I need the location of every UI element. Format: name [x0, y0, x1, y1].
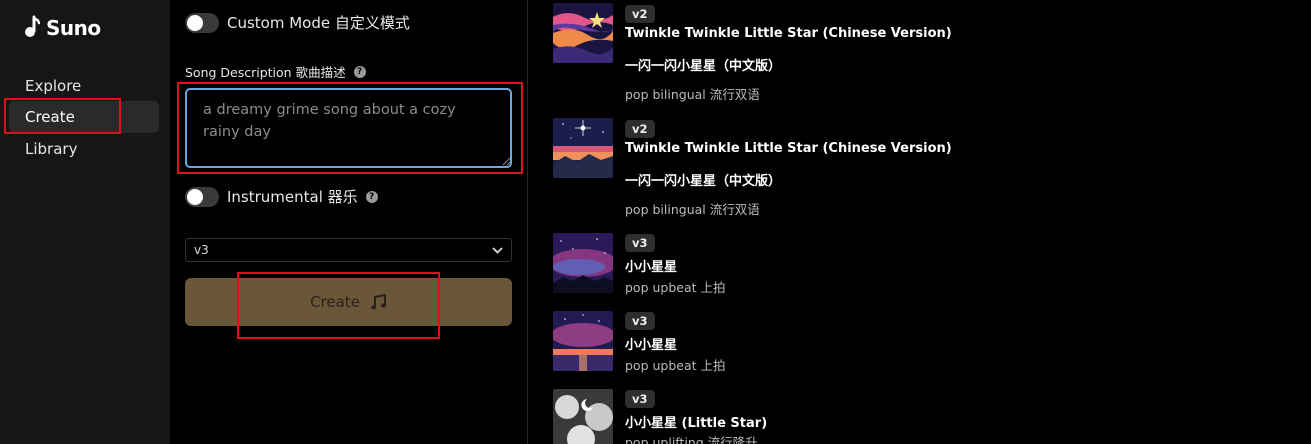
sidebar: Suno Explore Create Library	[0, 0, 170, 444]
toggle-knob	[187, 14, 203, 31]
suno-logo[interactable]: Suno	[24, 15, 101, 41]
song-list: v2 Twinkle Twinkle Little Star (Chinese …	[528, 0, 1311, 444]
song-cover-image[interactable]	[553, 233, 613, 293]
sidebar-item-library[interactable]: Library	[9, 133, 159, 165]
suno-logo-icon	[25, 15, 40, 37]
sidebar-item-label: Library	[25, 140, 78, 158]
sidebar-item-label: Explore	[25, 77, 82, 95]
song-title[interactable]: Twinkle Twinkle Little Star (Chinese Ver…	[625, 26, 952, 41]
song-cover-image[interactable]	[553, 389, 613, 444]
custom-mode-row: Custom Mode 自定义模式	[185, 12, 410, 33]
song-tags: pop bilingual 流行双语	[625, 87, 760, 102]
chevron-down-icon	[492, 246, 503, 254]
instrumental-label: Instrumental 器乐	[227, 188, 358, 206]
sidebar-item-create[interactable]: Create	[9, 101, 159, 133]
song-cover-image[interactable]	[553, 311, 613, 371]
toggle-knob	[187, 188, 203, 205]
sidebar-item-explore[interactable]: Explore	[9, 70, 159, 102]
song-tags: pop bilingual 流行双语	[625, 202, 760, 217]
song-description-label-row: Song Description 歌曲描述 ?	[185, 62, 366, 81]
song-title[interactable]: 小小星星 (Little Star)	[625, 412, 767, 431]
song-cover-image[interactable]	[553, 118, 613, 178]
version-badge: v3	[625, 390, 655, 408]
instrumental-row: Instrumental 器乐 ?	[185, 186, 378, 207]
version-badge: v3	[625, 234, 655, 252]
model-version-select[interactable]: v3	[185, 238, 512, 262]
song-description-input[interactable]: a dreamy grime song about a cozy rainy d…	[185, 88, 512, 168]
custom-mode-toggle[interactable]	[185, 12, 219, 33]
song-cover-image[interactable]	[553, 3, 613, 63]
create-panel: Custom Mode 自定义模式 Song Description 歌曲描述 …	[170, 0, 528, 444]
sidebar-item-label: Create	[25, 108, 75, 126]
create-button[interactable]: Create	[185, 278, 512, 326]
song-tags: pop upbeat 上拍	[625, 358, 726, 373]
custom-mode-label: Custom Mode 自定义模式	[227, 14, 410, 32]
model-version-value: v3	[194, 243, 209, 257]
version-badge: v2	[625, 120, 655, 138]
app-name: Suno	[46, 16, 101, 40]
song-subtitle: 一闪一闪小星星（中文版）	[625, 59, 782, 74]
song-title[interactable]: 小小星星	[625, 256, 677, 275]
song-title[interactable]: Twinkle Twinkle Little Star (Chinese Ver…	[625, 141, 952, 156]
song-title[interactable]: 小小星星	[625, 334, 677, 353]
song-tags: pop uplifting 流行隆升	[625, 435, 758, 444]
version-badge: v2	[625, 5, 655, 23]
resize-grip-icon[interactable]	[502, 157, 511, 166]
song-subtitle: 一闪一闪小星星（中文版）	[625, 174, 782, 189]
song-description-label: Song Description 歌曲描述	[185, 65, 346, 80]
help-icon[interactable]: ?	[365, 190, 378, 203]
version-badge: v3	[625, 312, 655, 330]
create-button-label: Create	[310, 293, 360, 311]
instrumental-toggle[interactable]	[185, 186, 219, 207]
song-tags: pop upbeat 上拍	[625, 280, 726, 295]
music-note-icon	[370, 293, 386, 309]
help-icon[interactable]: ?	[353, 65, 366, 78]
